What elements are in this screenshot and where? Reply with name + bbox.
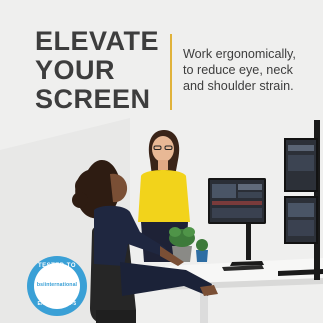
monitor-arm-right — [278, 120, 323, 280]
certification-badge: TESTED TO bsiinternational EN ISO 9241-5 — [27, 256, 87, 316]
badge-brand-text: bsiinternational — [36, 282, 78, 288]
monitor-center — [208, 178, 266, 266]
badge-bottom-text: EN ISO 9241-5 — [37, 301, 77, 307]
ergonomic-monitor-ad: ELEVATE YOUR SCREEN Work ergonomically, … — [0, 0, 323, 323]
